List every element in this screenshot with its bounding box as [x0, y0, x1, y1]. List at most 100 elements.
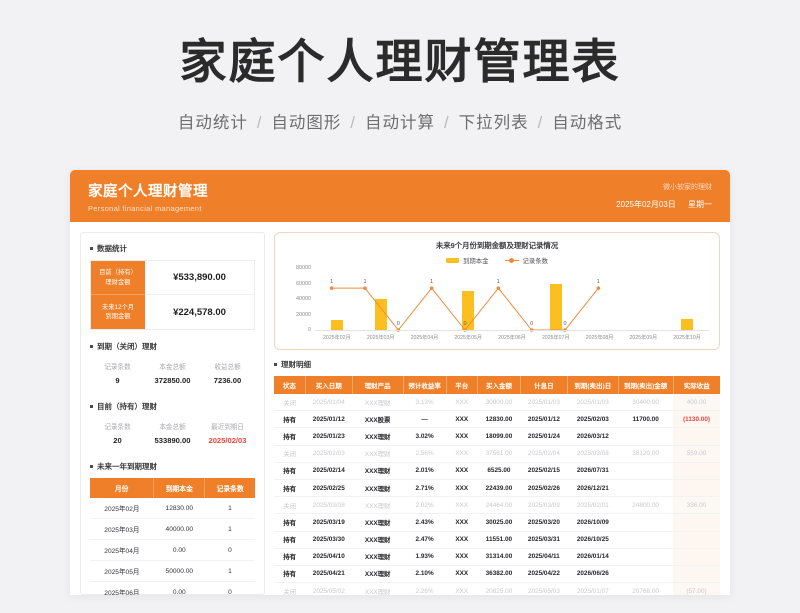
chart-point-label: 0 — [530, 321, 533, 327]
detail-table-cell — [618, 479, 674, 498]
detail-table-header-cell[interactable]: 到期(卖出)金额 — [618, 376, 674, 394]
detail-table-cell: 2025/03/31 — [520, 531, 568, 549]
future-label-text: 未来一年到期理财 — [97, 462, 157, 471]
table-row[interactable]: 关闭 2025/02/03 XXX理财 2.56% XXX 37561.00 2025/02… — [274, 445, 720, 463]
banner-separator: / — [537, 114, 544, 133]
detail-table-cell: 36382.00 — [477, 565, 521, 584]
detail-table-cell — [618, 462, 674, 480]
detail-table-cell: 38120.00 — [618, 445, 674, 463]
table-row[interactable]: 持有 2025/03/19 XXX理财 2.43% XXX 30025.00 2025/03… — [274, 513, 720, 532]
chart-line-point[interactable] — [429, 286, 434, 290]
stat-tag-holding-l2: 理财金额 — [105, 278, 131, 286]
future-table-cell: 0 — [204, 581, 255, 595]
future-table-cell: 1 — [204, 518, 255, 540]
card-header: 家庭个人理财管理 Personal financial management 微… — [70, 170, 730, 222]
legend-item-line[interactable]: 记录条数 — [504, 256, 549, 265]
detail-table-cell — [618, 427, 674, 446]
detail-table-cell: 30400.00 — [618, 394, 674, 412]
detail-table-cell: 2025/02/03 — [305, 445, 353, 463]
chart-point-label: 1 — [363, 279, 366, 285]
future-table-cell: 12830.00 — [153, 498, 205, 519]
holding-summary: 记录条数 本金总额 最近到期日 20 533890.00 2025/02/03 — [90, 418, 255, 450]
detail-table-cell: XXX — [446, 582, 478, 595]
table-row[interactable]: 持有 2025/04/21 XXX理财 2.10% XXX 36382.00 2025/04… — [274, 565, 720, 584]
detail-table-cell: XXX理财 — [352, 513, 404, 532]
detail-table-header-cell[interactable]: 实际收益 — [673, 376, 720, 394]
detail-table-cell: XXX — [446, 427, 478, 446]
detail-table-cell: 24800.00 — [618, 496, 674, 515]
table-row[interactable]: 关闭 2025/03/08 XXX理财 2.02% XXX 24464.00 2025/03… — [274, 496, 720, 515]
detail-table-cell: 2025/02/01 — [567, 496, 619, 515]
detail-table-cell: 2025/03/08 — [567, 445, 619, 463]
stat-box: 目前（持有） 理财金额 未来12个月 到期金额 ¥533,890.00 ¥224… — [90, 260, 255, 330]
future-table-cell: 1 — [204, 498, 255, 519]
future-table-header-cell: 月份 — [90, 478, 155, 498]
detail-table-cell: XXX — [446, 531, 478, 549]
detail-table-cell: 2025/03/19 — [305, 513, 353, 532]
chart-line-point[interactable] — [329, 286, 334, 290]
detail-table-cell: 2.71% — [403, 479, 447, 498]
chart-line-point[interactable] — [496, 286, 501, 290]
chart-line-point[interactable] — [363, 286, 367, 290]
table-row[interactable]: 持有 2025/01/23 XXX理财 3.02% XXX 18099.00 2025/01… — [274, 427, 720, 446]
holding-summary-values: 20 533890.00 2025/02/03 — [90, 434, 255, 450]
detail-table-cell: XXX理财 — [352, 582, 404, 595]
detail-table-cell — [618, 565, 674, 584]
chart-point-label: 1 — [430, 279, 433, 285]
current-date: 2025年02月03日 — [616, 200, 676, 209]
banner-separator: / — [350, 114, 356, 133]
chart-line-point[interactable] — [596, 286, 601, 290]
chart-x-axis: 2025年02月 2025年03月 2025年04月 2025年05月 2025年06月… — [315, 330, 709, 341]
detail-table-cell: 400.00 — [673, 394, 720, 412]
banner-subtitle-part: 自动格式 — [552, 114, 623, 133]
legend-item-bar[interactable]: 到期本金 — [445, 256, 489, 265]
table-row[interactable]: 持有 2025/02/25 XXX理财 2.71% XXX 22439.00 2025/02… — [274, 479, 720, 498]
section-label-holding: 目前（持有）理财 — [90, 401, 255, 412]
holding-label-text: 目前（持有）理财 — [97, 402, 157, 411]
chart-point-label: 0 — [563, 321, 566, 327]
detail-table-cell: 2025/04/11 — [520, 548, 568, 566]
chart-legend: 到期本金 记录条数 — [283, 256, 711, 265]
legend-line-swatch-icon — [504, 258, 519, 262]
holding-header-nextdate: 最近到期日 — [211, 424, 244, 431]
detail-table-cell: 2.01% — [403, 462, 447, 480]
detail-table-cell: 关闭 — [274, 394, 306, 412]
holding-value-nextdate: 2025/02/03 — [208, 436, 247, 445]
holding-header-principal: 本金总额 — [159, 424, 186, 431]
banner: 家庭个人理财管理表 自动统计 / 自动图形 / 自动计算 / 下拉列表 / 自动格式 — [0, 0, 800, 133]
future-table-cell: 2025年02月 — [90, 498, 154, 519]
detail-table-cell: 2025/02/04 — [520, 445, 568, 463]
page-root: 家庭个人理财管理表 自动统计 / 自动图形 / 自动计算 / 下拉列表 / 自动格式 家庭个人理… — [0, 0, 800, 613]
chart-y-tick: 80000 — [296, 265, 311, 271]
detail-table-cell: 11551.00 — [477, 531, 521, 549]
detail-table-cell: XXX理财 — [352, 462, 404, 480]
closed-header-count: 记录条数 — [104, 364, 131, 371]
detail-table-cell: 持有 — [274, 548, 306, 566]
future-table-cell: 40000.00 — [153, 518, 205, 540]
bullet-icon — [90, 247, 93, 250]
chart-bar[interactable] — [681, 319, 694, 330]
detail-table-cell: XXX理财 — [352, 531, 404, 549]
detail-table-cell: 2025/04/10 — [305, 548, 353, 566]
closed-header-profit: 收益总额 — [214, 364, 241, 371]
detail-table-cell: 2025/04/21 — [305, 565, 353, 584]
banner-subtitle-part: 自动计算 — [365, 114, 435, 133]
closed-value-profit: 7236.00 — [213, 376, 242, 385]
detail-table-cell: 37561.00 — [477, 445, 521, 463]
detail-table-cell: XXX — [446, 496, 478, 515]
table-row[interactable]: 持有 2025/04/10 XXX理财 1.93% XXX 31314.00 2025/04… — [274, 548, 720, 566]
detail-table-cell: 336.00 — [673, 496, 720, 515]
detail-table-cell: 2025/02/14 — [305, 462, 353, 480]
table-row[interactable]: 持有 2025/02/14 XXX理财 2.01% XXX 6525.00 2025/02/… — [274, 462, 720, 480]
detail-table-header-cell[interactable]: 状态 — [274, 376, 306, 394]
chart-title: 未来9个月份到期金额及理财记录情况 — [435, 241, 559, 250]
table-row: 2025年05月 50000.00 1 — [90, 560, 255, 582]
banner-subtitle-part: 自动统计 — [177, 114, 248, 133]
legend-line-label: 记录条数 — [522, 258, 549, 265]
detail-table-cell: 2026/01/14 — [567, 548, 619, 566]
detail-table-cell: XXX理财 — [352, 445, 404, 463]
detail-table-cell: 持有 — [274, 410, 306, 429]
detail-table-cell: 2025/03/20 — [520, 513, 568, 532]
table-row[interactable]: 持有 2025/03/30 XXX理财 2.47% XXX 11551.00 2025/03… — [274, 531, 720, 549]
table-row[interactable]: 关闭 2025/05/02 XXX理财 2.26% XXX 20825.00 2025/05… — [274, 582, 720, 595]
